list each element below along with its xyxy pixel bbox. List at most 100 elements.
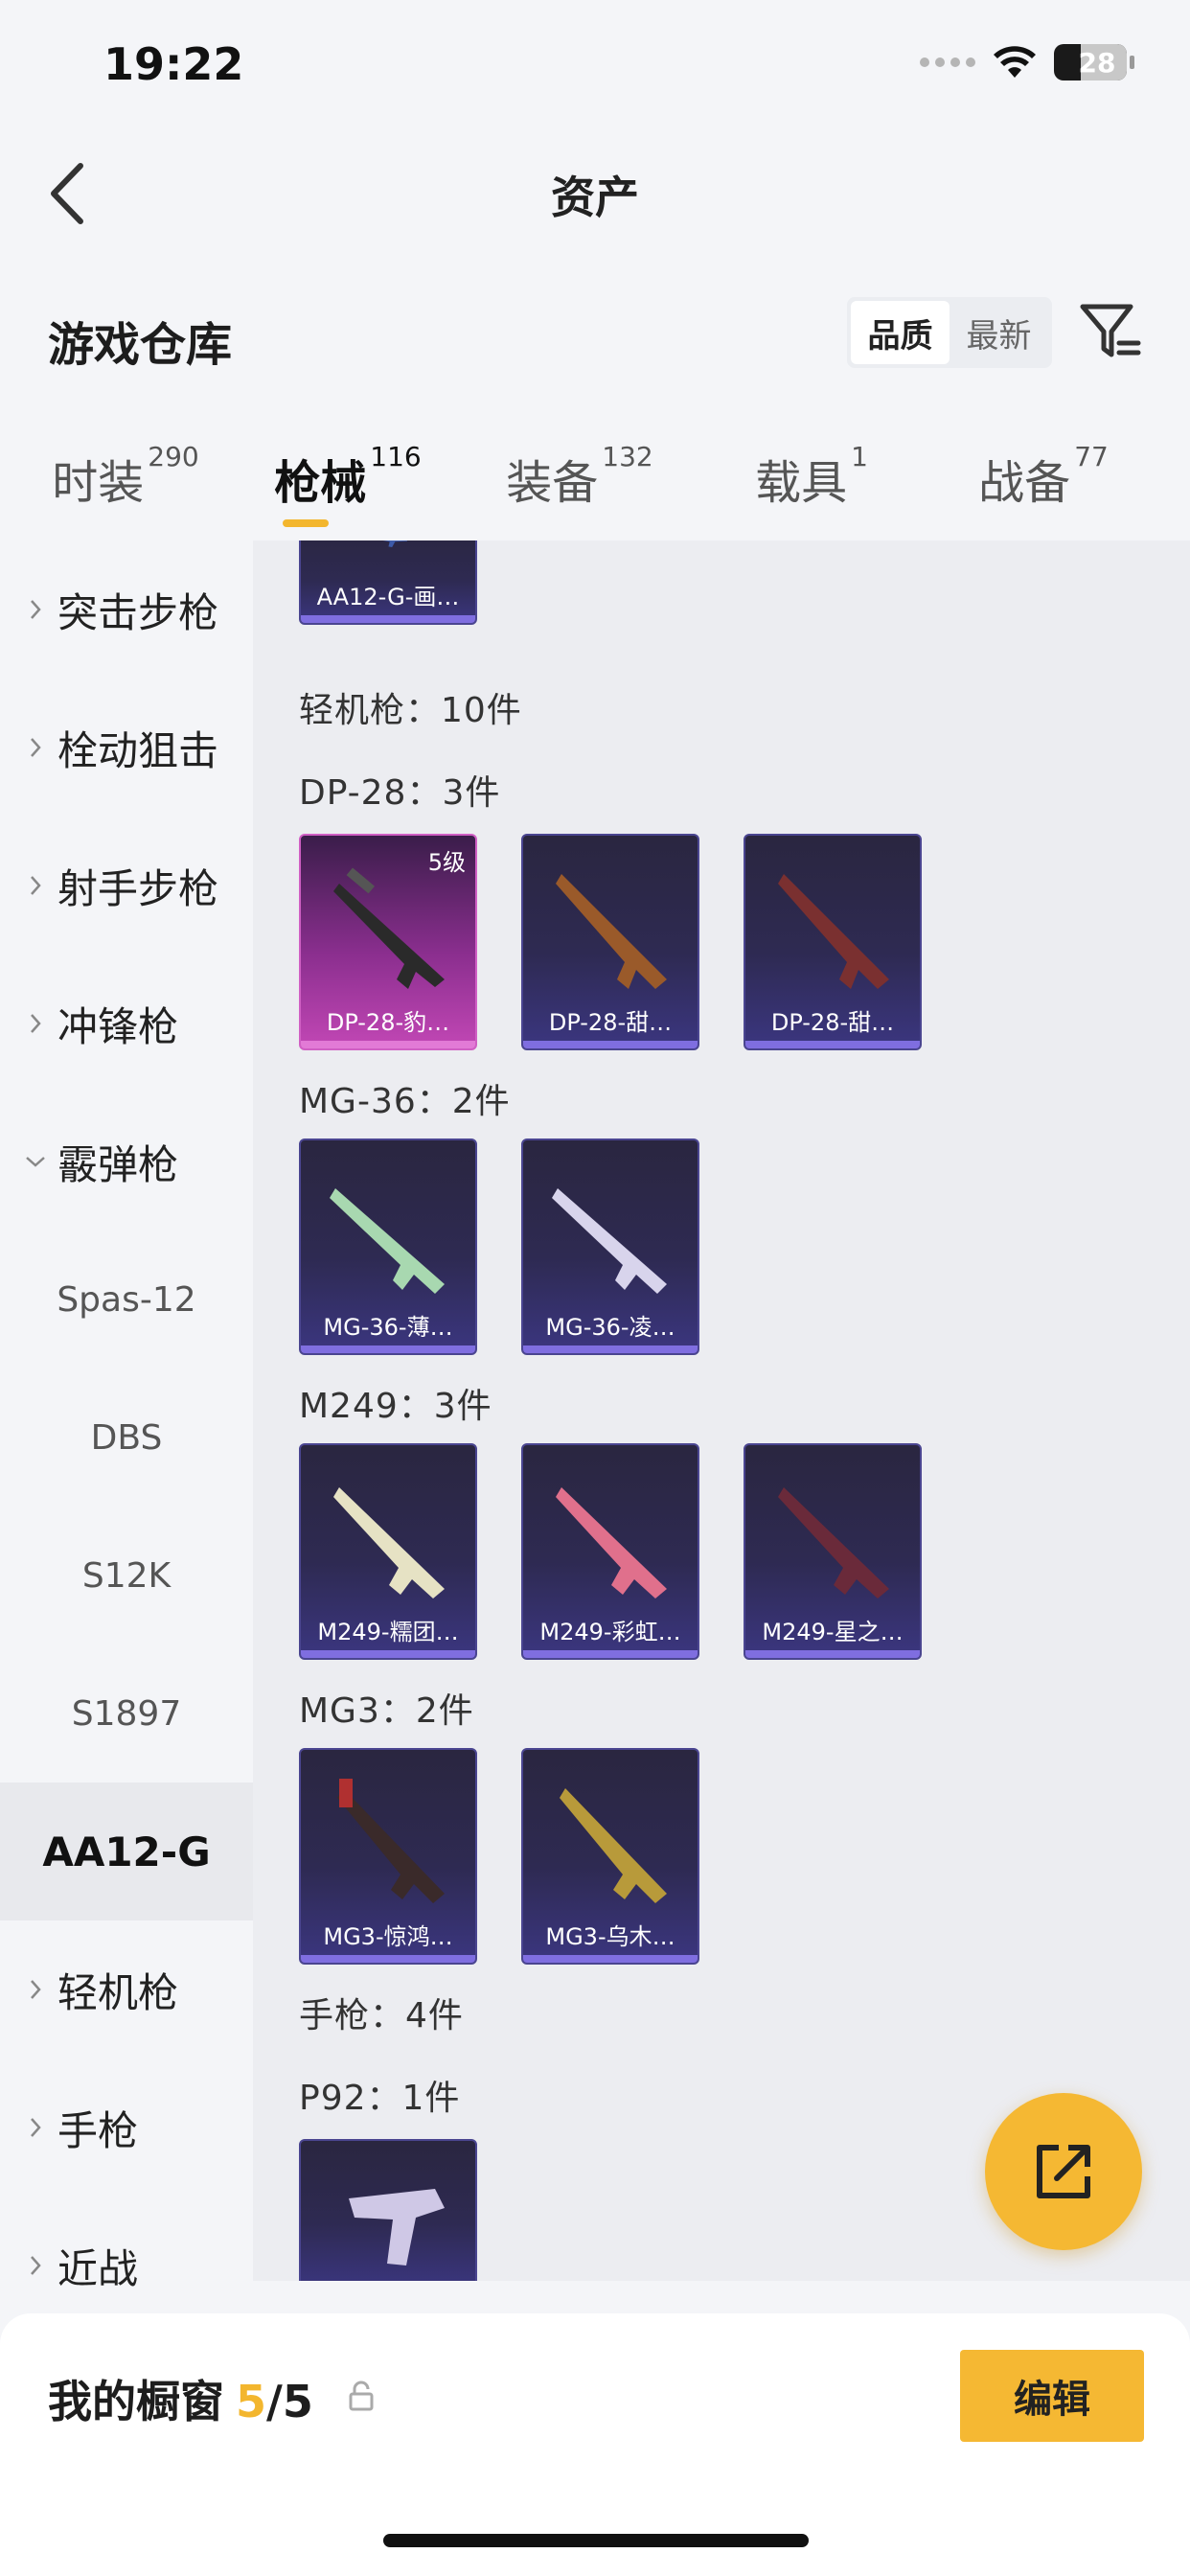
tab-firearms[interactable]: 枪械 116: [232, 422, 464, 540]
tab-supplies[interactable]: 战备 77: [927, 422, 1159, 540]
weapon-card[interactable]: MG-36-薄…: [299, 1138, 477, 1355]
weapon-card-label: DP-28-甜…: [770, 1009, 895, 1036]
weapon-card[interactable]: M249-糯团…: [299, 1443, 477, 1660]
filter-button[interactable]: [1077, 299, 1144, 366]
section-heading-pistol: 手枪：4件: [299, 1996, 464, 2036]
weapon-card[interactable]: MG3-乌木…: [521, 1748, 699, 1965]
tab-label: 枪械: [274, 456, 367, 510]
weapon-card-label: AA12-G-画…: [316, 584, 460, 610]
sidebar-item-label: 霰弹枪: [57, 1140, 179, 1188]
sidebar-item-label: 近战: [57, 2244, 139, 2292]
group-heading-mg3: MG3：2件: [299, 1691, 474, 1731]
sidebar-item-pistol[interactable]: 手枪: [0, 2058, 253, 2196]
edit-showcase-button[interactable]: 编辑: [960, 2350, 1144, 2442]
weapon-card-label: M249-彩虹…: [539, 1619, 681, 1645]
lmg-art-icon: [560, 1788, 667, 1903]
sort-newest-option[interactable]: 最新: [950, 301, 1048, 364]
weapon-card[interactable]: M249-彩虹…: [521, 1443, 699, 1660]
nav-bar: 资产: [0, 134, 1190, 249]
weapon-card[interactable]: DP-28-甜…: [521, 834, 699, 1050]
sidebar-item-label: 手枪: [57, 2106, 139, 2154]
chevron-right-icon: [0, 1012, 57, 1035]
weapon-card[interactable]: AA12-G-画…: [299, 540, 477, 625]
battery-percent: 28: [1078, 46, 1116, 79]
weapon-category-sidebar: 突击步枪 栓动狙击 射手步枪 冲锋枪 霰弹枪 Spas-12 DBS S12K …: [0, 540, 253, 2292]
sort-quality-option[interactable]: 品质: [851, 301, 950, 364]
sidebar-item-lmg[interactable]: 轻机枪: [0, 1920, 253, 2058]
tab-fashion[interactable]: 时装 290: [0, 422, 232, 540]
chevron-right-icon: [0, 1978, 57, 2001]
lmg-art-icon: [337, 1779, 445, 1903]
cellular-signal-icon: [920, 58, 975, 67]
weapon-card-label: M249-星之…: [762, 1619, 904, 1645]
sidebar-item-label: 射手步枪: [57, 864, 219, 912]
tab-count: 116: [370, 441, 422, 472]
tab-label: 装备: [506, 456, 599, 510]
sidebar-item-assault-rifle[interactable]: 突击步枪: [0, 540, 253, 678]
share-button[interactable]: [985, 2093, 1142, 2250]
showcase-separator: /: [266, 2376, 283, 2427]
sidebar-item-bolt-sniper[interactable]: 栓动狙击: [0, 678, 253, 816]
chevron-right-icon: [0, 874, 57, 897]
active-tab-indicator: [283, 519, 329, 527]
sidebar-subitem-aa12g[interactable]: AA12-G: [0, 1782, 253, 1920]
tab-equipment[interactable]: 装备 132: [464, 422, 696, 540]
weapon-card-label: DP-28-豹…: [326, 1009, 450, 1036]
weapon-card[interactable]: 5级 DP-28-豹…: [299, 834, 477, 1050]
status-icons: 28: [920, 44, 1134, 80]
tab-label: 时装: [52, 456, 145, 510]
sidebar-item-label: 栓动狙击: [57, 726, 219, 774]
lock-icon: [349, 2380, 374, 2411]
section-heading-lmg: 轻机枪：10件: [299, 691, 522, 730]
sidebar-item-label: 突击步枪: [57, 588, 219, 636]
chevron-down-icon: [0, 1155, 57, 1168]
sidebar-subitem-spas12[interactable]: Spas-12: [0, 1230, 253, 1368]
weapon-card-label: MG3-乌木…: [545, 1923, 675, 1950]
sidebar-subitem-s12k[interactable]: S12K: [0, 1506, 253, 1644]
weapon-grid: AA12-G-画… 轻机枪：10件 DP-28：3件 5级 DP-28-豹… D…: [253, 540, 1190, 2281]
group-heading-p92: P92：1件: [299, 2079, 461, 2118]
showcase-title: 我的橱窗 5 / 5: [48, 2367, 313, 2430]
status-bar: 19:22 28: [0, 0, 1190, 134]
lmg-art-icon: [333, 1487, 445, 1598]
lmg-art-icon: [552, 1188, 667, 1294]
tab-count: 132: [602, 441, 653, 472]
weapon-card[interactable]: MG-36-凌…: [521, 1138, 699, 1355]
home-indicator: [383, 2534, 809, 2547]
chevron-right-icon: [0, 598, 57, 621]
weapon-card[interactable]: M249-星之…: [744, 1443, 922, 1660]
sidebar-item-marksman-rifle[interactable]: 射手步枪: [0, 816, 253, 954]
tab-count: 1: [851, 441, 868, 472]
showcase-label: 我的橱窗: [48, 2376, 224, 2427]
status-time: 19:22: [103, 38, 244, 90]
sidebar-item-label: 轻机枪: [57, 1968, 179, 2016]
sort-toggle: 品质 最新: [847, 297, 1052, 368]
weapon-card[interactable]: DP-28-甜…: [744, 834, 922, 1050]
chevron-right-icon: [0, 736, 57, 759]
showcase-used-count: 5: [236, 2376, 267, 2427]
sidebar-item-shotgun[interactable]: 霰弹枪: [0, 1092, 253, 1230]
weapon-card-label: MG-36-薄…: [323, 1314, 453, 1341]
weapon-card-label: MG3-惊鸿…: [323, 1923, 453, 1950]
lmg-art-icon: [778, 1487, 889, 1598]
sidebar-subitem-s1897[interactable]: S1897: [0, 1644, 253, 1782]
chevron-right-icon: [0, 2116, 57, 2139]
sidebar-item-label: 冲锋枪: [57, 1002, 179, 1050]
tab-vehicles[interactable]: 载具 1: [696, 422, 927, 540]
lmg-art-icon: [778, 874, 889, 989]
weapon-card[interactable]: MG3-惊鸿…: [299, 1748, 477, 1965]
share-icon: [1037, 2145, 1090, 2198]
weapon-card[interactable]: [299, 2139, 477, 2281]
page-title: 资产: [551, 172, 639, 223]
battery-icon: 28: [1054, 44, 1134, 80]
sidebar-item-smg[interactable]: 冲锋枪: [0, 954, 253, 1092]
weapon-card-label: DP-28-甜…: [548, 1009, 673, 1036]
pistol-art-icon: [349, 2189, 445, 2266]
chevron-right-icon: [0, 2254, 57, 2277]
filter-icon: [1080, 304, 1141, 357]
tab-label: 战备: [978, 456, 1071, 510]
lmg-art-icon: [330, 1188, 445, 1294]
sidebar-subitem-dbs[interactable]: DBS: [0, 1368, 253, 1506]
lmg-art-icon: [556, 874, 667, 989]
lmg-art-icon: [333, 867, 445, 989]
